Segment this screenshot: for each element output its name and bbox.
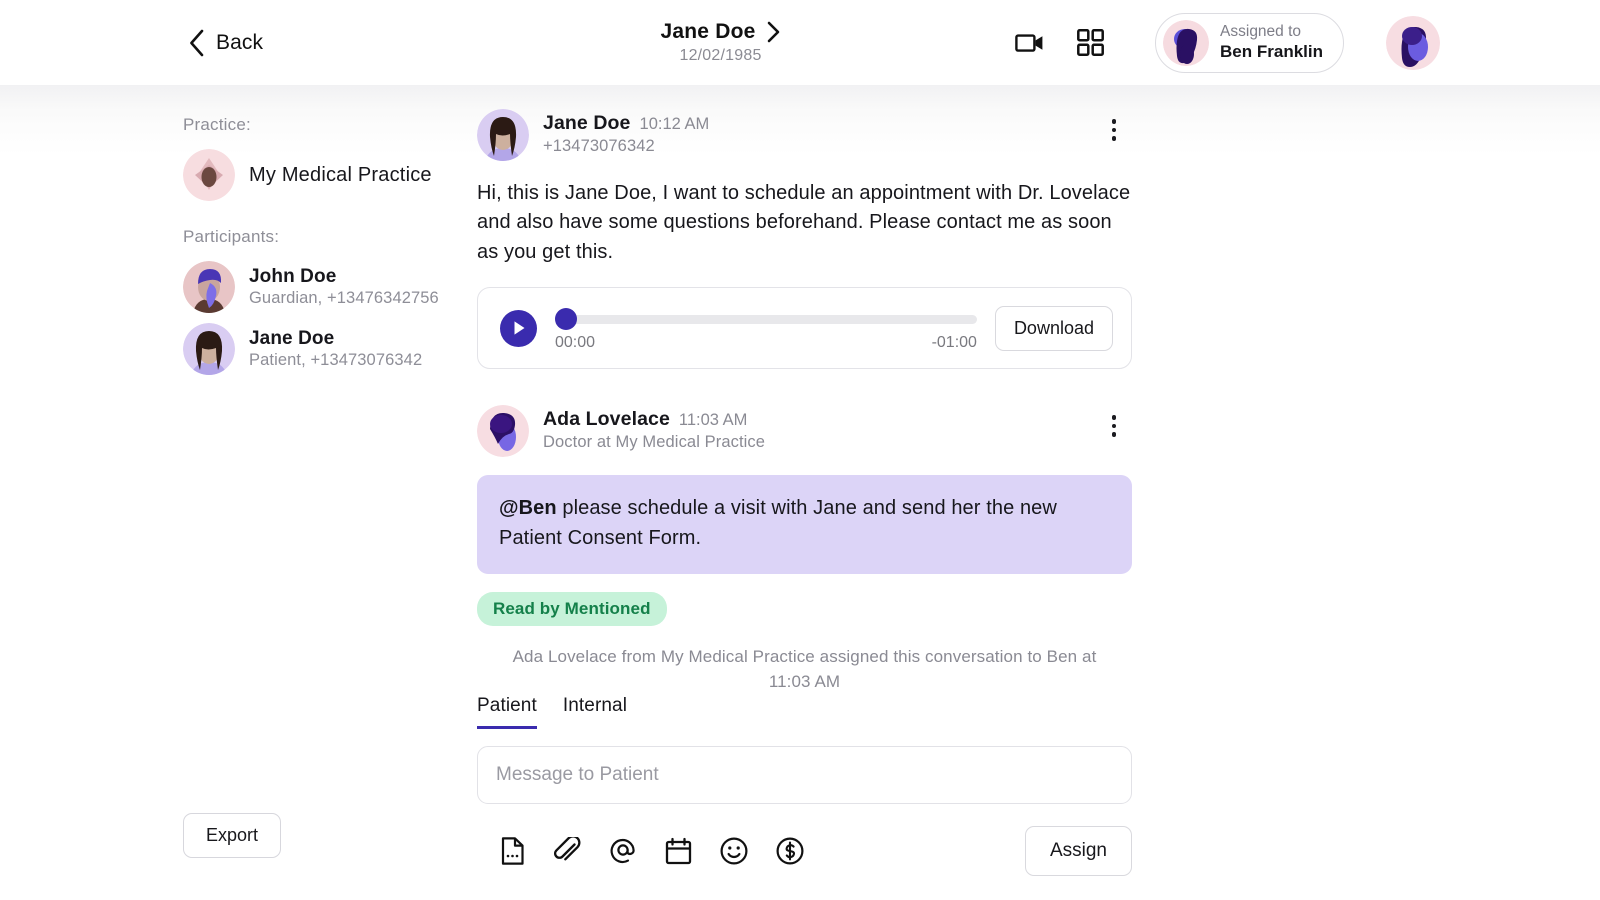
assigned-to-pill[interactable]: Assigned to Ben Franklin (1155, 12, 1344, 73)
apps-grid-button[interactable] (1071, 24, 1109, 62)
message-item: Ada Lovelace 11:03 AM Doctor at My Medic… (477, 405, 1132, 626)
practice-name: My Medical Practice (249, 163, 432, 186)
avatar-john-doe (183, 261, 235, 313)
message-author: Ada Lovelace (543, 408, 670, 431)
chevron-right-icon[interactable] (766, 21, 781, 43)
participant-row[interactable]: Jane Doe Patient, +13473076342 (183, 323, 470, 375)
message-time: 11:03 AM (678, 411, 748, 430)
participants-label: Participants: (183, 227, 280, 246)
header-actions: Assigned to Ben Franklin (1011, 12, 1600, 73)
message-subtitle: Doctor at My Medical Practice (543, 433, 766, 452)
calendar-icon (665, 837, 692, 865)
export-button[interactable]: Export (183, 813, 282, 858)
avatar-ada-lovelace[interactable] (477, 405, 529, 458)
participant-meta: Patient, +13473076342 (249, 351, 423, 369)
payment-button[interactable] (776, 837, 804, 865)
message-author: Jane Doe (543, 112, 631, 134)
avatar-jane-doe[interactable] (477, 109, 529, 161)
audio-player: 00:00 -01:00 Download (477, 287, 1132, 370)
message-header: Ada Lovelace 11:03 AM Doctor at My Medic… (477, 405, 1132, 458)
avatar-practice-logo (183, 149, 235, 201)
back-label: Back (216, 30, 264, 54)
message-options-button[interactable] (1106, 115, 1123, 145)
tab-internal[interactable]: Internal (563, 695, 627, 729)
mention-button[interactable] (609, 837, 637, 865)
audio-thumb[interactable] (555, 308, 577, 331)
page-title: Jane Doe (660, 20, 756, 43)
patient-title-row[interactable]: Jane Doe (661, 20, 781, 44)
top-header: Back Jane Doe 12/02/1985 Assigned to Ben… (0, 0, 1600, 85)
avatar-ben-franklin (1163, 19, 1210, 66)
audio-scrubber[interactable] (555, 308, 977, 331)
conversation-sidebar: Practice: My Medical Practice Participan… (0, 85, 470, 900)
schedule-button[interactable] (665, 837, 692, 865)
message-options-button[interactable] (1106, 411, 1123, 441)
participant-name: Jane Doe (249, 328, 335, 349)
header-patient-info: Jane Doe 12/02/1985 (430, 20, 1011, 65)
message-thread: Jane Doe 10:12 AM +13473076342 Hi, this … (477, 109, 1132, 695)
template-button[interactable] (501, 837, 525, 865)
emoji-smiley-icon (720, 837, 748, 865)
audio-progress-area: 00:00 -01:00 (555, 304, 977, 352)
emoji-button[interactable] (720, 837, 748, 865)
attachment-button[interactable] (553, 837, 581, 865)
audio-download-button[interactable]: Download (994, 305, 1113, 351)
audio-track[interactable] (555, 314, 977, 324)
chevron-left-icon (190, 29, 204, 56)
current-user-avatar[interactable] (1386, 15, 1440, 70)
at-mention-icon (610, 838, 635, 864)
practice-label: Practice: (183, 115, 251, 134)
patient-dob: 12/02/1985 (679, 47, 762, 64)
composer-tabs: Patient Internal (477, 695, 1132, 729)
participant-name: John Doe (249, 266, 337, 287)
video-camera-icon (1015, 33, 1043, 52)
audio-remaining: -01:00 (931, 334, 977, 352)
dollar-payment-icon (776, 837, 804, 865)
back-button[interactable]: Back (188, 29, 263, 57)
mention-token[interactable]: @Ben (499, 497, 557, 519)
page-body: Practice: My Medical Practice Participan… (0, 85, 1600, 900)
message-body: Hi, this is Jane Doe, I want to schedule… (477, 182, 1131, 263)
assigned-to-name: Ben Franklin (1220, 41, 1323, 61)
bubble-text: please schedule a visit with Jane and se… (499, 497, 1057, 549)
paperclip-attachment-icon (554, 837, 581, 861)
internal-note-bubble: @Ben please schedule a visit with Jane a… (477, 475, 1132, 574)
practice-row[interactable]: My Medical Practice (183, 149, 470, 201)
participant-meta: Guardian, +13476342756 (249, 289, 439, 307)
composer-toolbar: Assign (477, 826, 1132, 876)
assigned-to-label: Assigned to (1220, 22, 1302, 40)
document-template-icon (501, 837, 524, 865)
message-input[interactable] (477, 746, 1132, 804)
message-composer: Patient Internal Message to Patient Assi… (477, 695, 1132, 876)
message-header: Jane Doe 10:12 AM +13473076342 (477, 109, 1132, 161)
audio-elapsed: 00:00 (555, 334, 596, 352)
avatar-jane-doe (183, 323, 235, 375)
message-subtitle: +13473076342 (543, 137, 655, 155)
play-icon (514, 321, 524, 335)
conversation-page: Back Jane Doe 12/02/1985 Assigned to Ben… (0, 0, 1600, 900)
conversation-main: Jane Doe 10:12 AM +13473076342 Hi, this … (470, 85, 1600, 900)
audio-play-button[interactable] (500, 309, 537, 347)
participant-row[interactable]: John Doe Guardian, +13476342756 (183, 261, 470, 313)
status-badge: Read by Mentioned (477, 591, 667, 626)
assign-button[interactable]: Assign (1024, 826, 1132, 876)
video-call-button[interactable] (1011, 24, 1049, 62)
message-item: Jane Doe 10:12 AM +13473076342 Hi, this … (477, 109, 1132, 370)
system-assignment-note: Ada Lovelace from My Medical Practice as… (512, 646, 1097, 692)
message-time: 10:12 AM (639, 115, 710, 133)
header-left: Back (0, 29, 470, 57)
grid-apps-icon (1076, 29, 1104, 56)
audio-times: 00:00 -01:00 (555, 334, 977, 352)
tab-patient[interactable]: Patient (477, 695, 537, 729)
